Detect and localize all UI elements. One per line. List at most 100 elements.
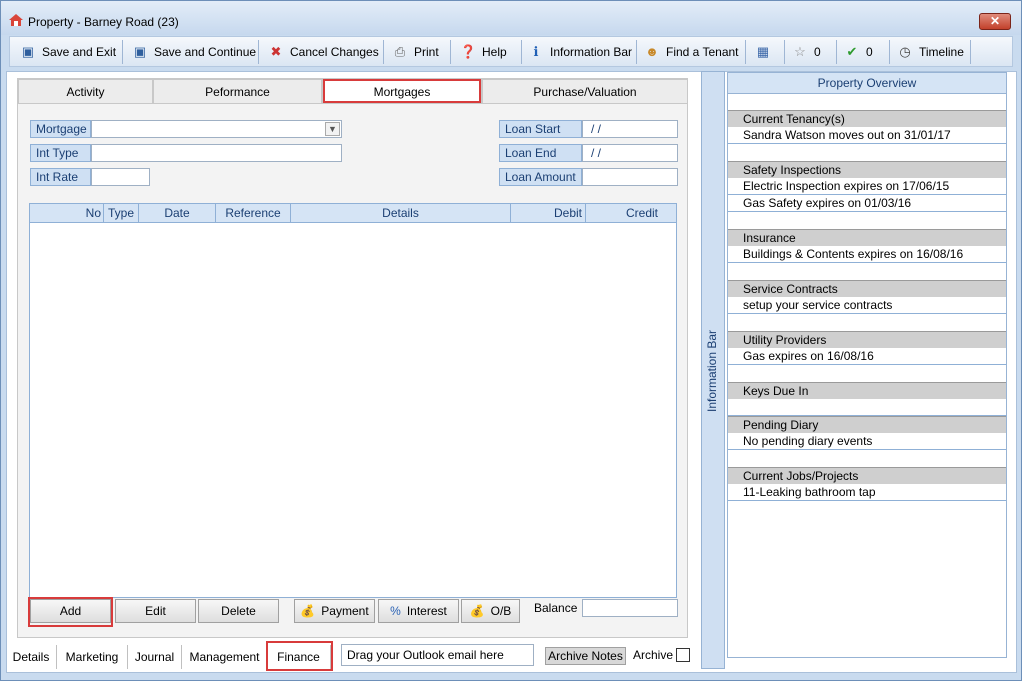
section-utility-providers: Utility Providers Gas expires on 16/08/1…	[728, 331, 1006, 365]
information-bar-toggle[interactable]: Information Bar	[701, 71, 725, 669]
section-insurance: Insurance Buildings & Contents expires o…	[728, 229, 1006, 263]
separator	[122, 40, 123, 64]
column-credit[interactable]: Credit	[586, 204, 676, 223]
loan-start-field[interactable]: / /	[582, 120, 678, 138]
tab-marketing[interactable]: Marketing	[57, 645, 128, 669]
property-overview: Property Overview Current Tenancy(s) San…	[727, 72, 1007, 658]
check-button[interactable]: ✔ 0	[844, 41, 873, 63]
section-heading: Safety Inspections	[728, 161, 1006, 178]
window-title: Property - Barney Road (23)	[28, 15, 179, 29]
ob-button[interactable]: 💰 O/B	[461, 599, 520, 623]
transactions-grid[interactable]: No Type Date Reference Details Debit Cre…	[29, 203, 677, 598]
tab-journal[interactable]: Journal	[128, 645, 182, 669]
int-rate-label: Int Rate	[30, 168, 91, 186]
print-button[interactable]: ⎙ Print	[392, 41, 439, 63]
separator	[383, 40, 384, 64]
overview-item[interactable]: Electric Inspection expires on 17/06/15	[728, 178, 1006, 195]
information-bar-button[interactable]: ℹ Information Bar	[528, 41, 633, 63]
tab-purchase-valuation[interactable]: Purchase/Valuation	[482, 79, 688, 104]
loan-amount-field[interactable]	[582, 168, 678, 186]
separator	[258, 40, 259, 64]
column-reference[interactable]: Reference	[216, 204, 291, 223]
title-bar: Property - Barney Road (23) ✕	[1, 1, 1021, 35]
archive-notes-button[interactable]: Archive Notes	[545, 647, 626, 665]
int-type-label: Int Type	[30, 144, 91, 162]
archive-label: Archive	[633, 648, 674, 662]
mortgage-select[interactable]: ▼	[91, 120, 342, 138]
tab-details[interactable]: Details	[6, 645, 57, 669]
section-heading: Utility Providers	[728, 331, 1006, 348]
find-tenant-button[interactable]: ☻ Find a Tenant	[644, 41, 738, 63]
overview-title: Property Overview	[728, 73, 1006, 94]
save-exit-button[interactable]: ▣ Save and Exit	[20, 41, 116, 63]
loan-end-field[interactable]: / /	[582, 144, 678, 162]
mortgage-label: Mortgage	[30, 120, 91, 138]
separator	[970, 40, 971, 64]
edit-button[interactable]: Edit	[115, 599, 196, 623]
star-icon: ☆	[794, 44, 806, 59]
checkmark-icon: ✔	[846, 44, 858, 59]
cancel-changes-button[interactable]: ✖ Cancel Changes	[268, 41, 379, 63]
add-highlight	[28, 597, 113, 627]
separator	[450, 40, 451, 64]
overview-item[interactable]: Gas Safety expires on 01/03/16	[728, 195, 1006, 212]
overview-item[interactable]: No pending diary events	[728, 433, 1006, 450]
overview-item[interactable]: Buildings & Contents expires on 16/08/16	[728, 246, 1006, 263]
info-icon: ℹ	[533, 44, 539, 59]
help-button[interactable]: ❓ Help	[460, 41, 507, 63]
column-details[interactable]: Details	[291, 204, 511, 223]
money-bag-icon: 💰	[469, 604, 485, 618]
section-heading: Pending Diary	[728, 416, 1006, 433]
money-bag-icon: 💰	[300, 604, 316, 618]
information-bar-label: Information Bar	[705, 329, 719, 412]
payment-button[interactable]: 💰 Payment	[294, 599, 375, 623]
column-debit[interactable]: Debit	[511, 204, 586, 223]
overview-item[interactable]: Sandra Watson moves out on 31/01/17	[728, 127, 1006, 144]
loan-start-label: Loan Start	[499, 120, 582, 138]
interest-button[interactable]: % Interest	[378, 599, 459, 623]
int-rate-field[interactable]	[91, 168, 150, 186]
section-tenancy: Current Tenancy(s) Sandra Watson moves o…	[728, 110, 1006, 144]
section-safety: Safety Inspections Electric Inspection e…	[728, 161, 1006, 212]
save-continue-button[interactable]: ▣ Save and Continue	[132, 41, 256, 63]
save-icon: ▣	[133, 44, 147, 59]
tab-performance[interactable]: Peformance	[153, 79, 322, 104]
archive-checkbox[interactable]	[676, 648, 690, 662]
calculator-icon: ▦	[756, 44, 770, 59]
column-date[interactable]: Date	[139, 204, 216, 223]
column-no[interactable]: No	[30, 204, 104, 223]
separator	[521, 40, 522, 64]
outlook-drop-zone[interactable]: Drag your Outlook email here	[341, 644, 534, 666]
overview-item	[728, 399, 1006, 416]
printer-icon: ⎙	[394, 44, 406, 59]
overview-item[interactable]: setup your service contracts	[728, 297, 1006, 314]
tab-activity[interactable]: Activity	[18, 79, 153, 104]
separator	[784, 40, 785, 64]
calculator-button[interactable]: ▦	[755, 41, 771, 63]
section-heading: Current Tenancy(s)	[728, 110, 1006, 127]
tab-highlight	[323, 79, 481, 103]
tab-management[interactable]: Management	[182, 645, 268, 669]
section-heading: Insurance	[728, 229, 1006, 246]
chevron-down-icon[interactable]: ▼	[325, 122, 340, 136]
section-current-jobs: Current Jobs/Projects 11-Leaking bathroo…	[728, 467, 1006, 501]
column-type[interactable]: Type	[104, 204, 139, 223]
help-icon: ❓	[460, 44, 477, 59]
section-heading: Keys Due In	[728, 382, 1006, 399]
timeline-button[interactable]: ◷ Timeline	[897, 41, 964, 63]
balance-field[interactable]	[582, 599, 678, 617]
section-keys-due-in: Keys Due In	[728, 382, 1006, 416]
delete-button[interactable]: Delete	[198, 599, 279, 623]
section-service-contracts: Service Contracts setup your service con…	[728, 280, 1006, 314]
overview-item[interactable]: 11-Leaking bathroom tap	[728, 484, 1006, 501]
star-button[interactable]: ☆ 0	[792, 41, 821, 63]
close-button[interactable]: ✕	[979, 13, 1011, 30]
separator	[636, 40, 637, 64]
separator	[889, 40, 890, 64]
separator	[836, 40, 837, 64]
section-heading: Service Contracts	[728, 280, 1006, 297]
finance-highlight	[266, 641, 333, 671]
int-type-field[interactable]	[91, 144, 342, 162]
overview-item[interactable]: Gas expires on 16/08/16	[728, 348, 1006, 365]
people-icon: ☻	[645, 44, 659, 59]
